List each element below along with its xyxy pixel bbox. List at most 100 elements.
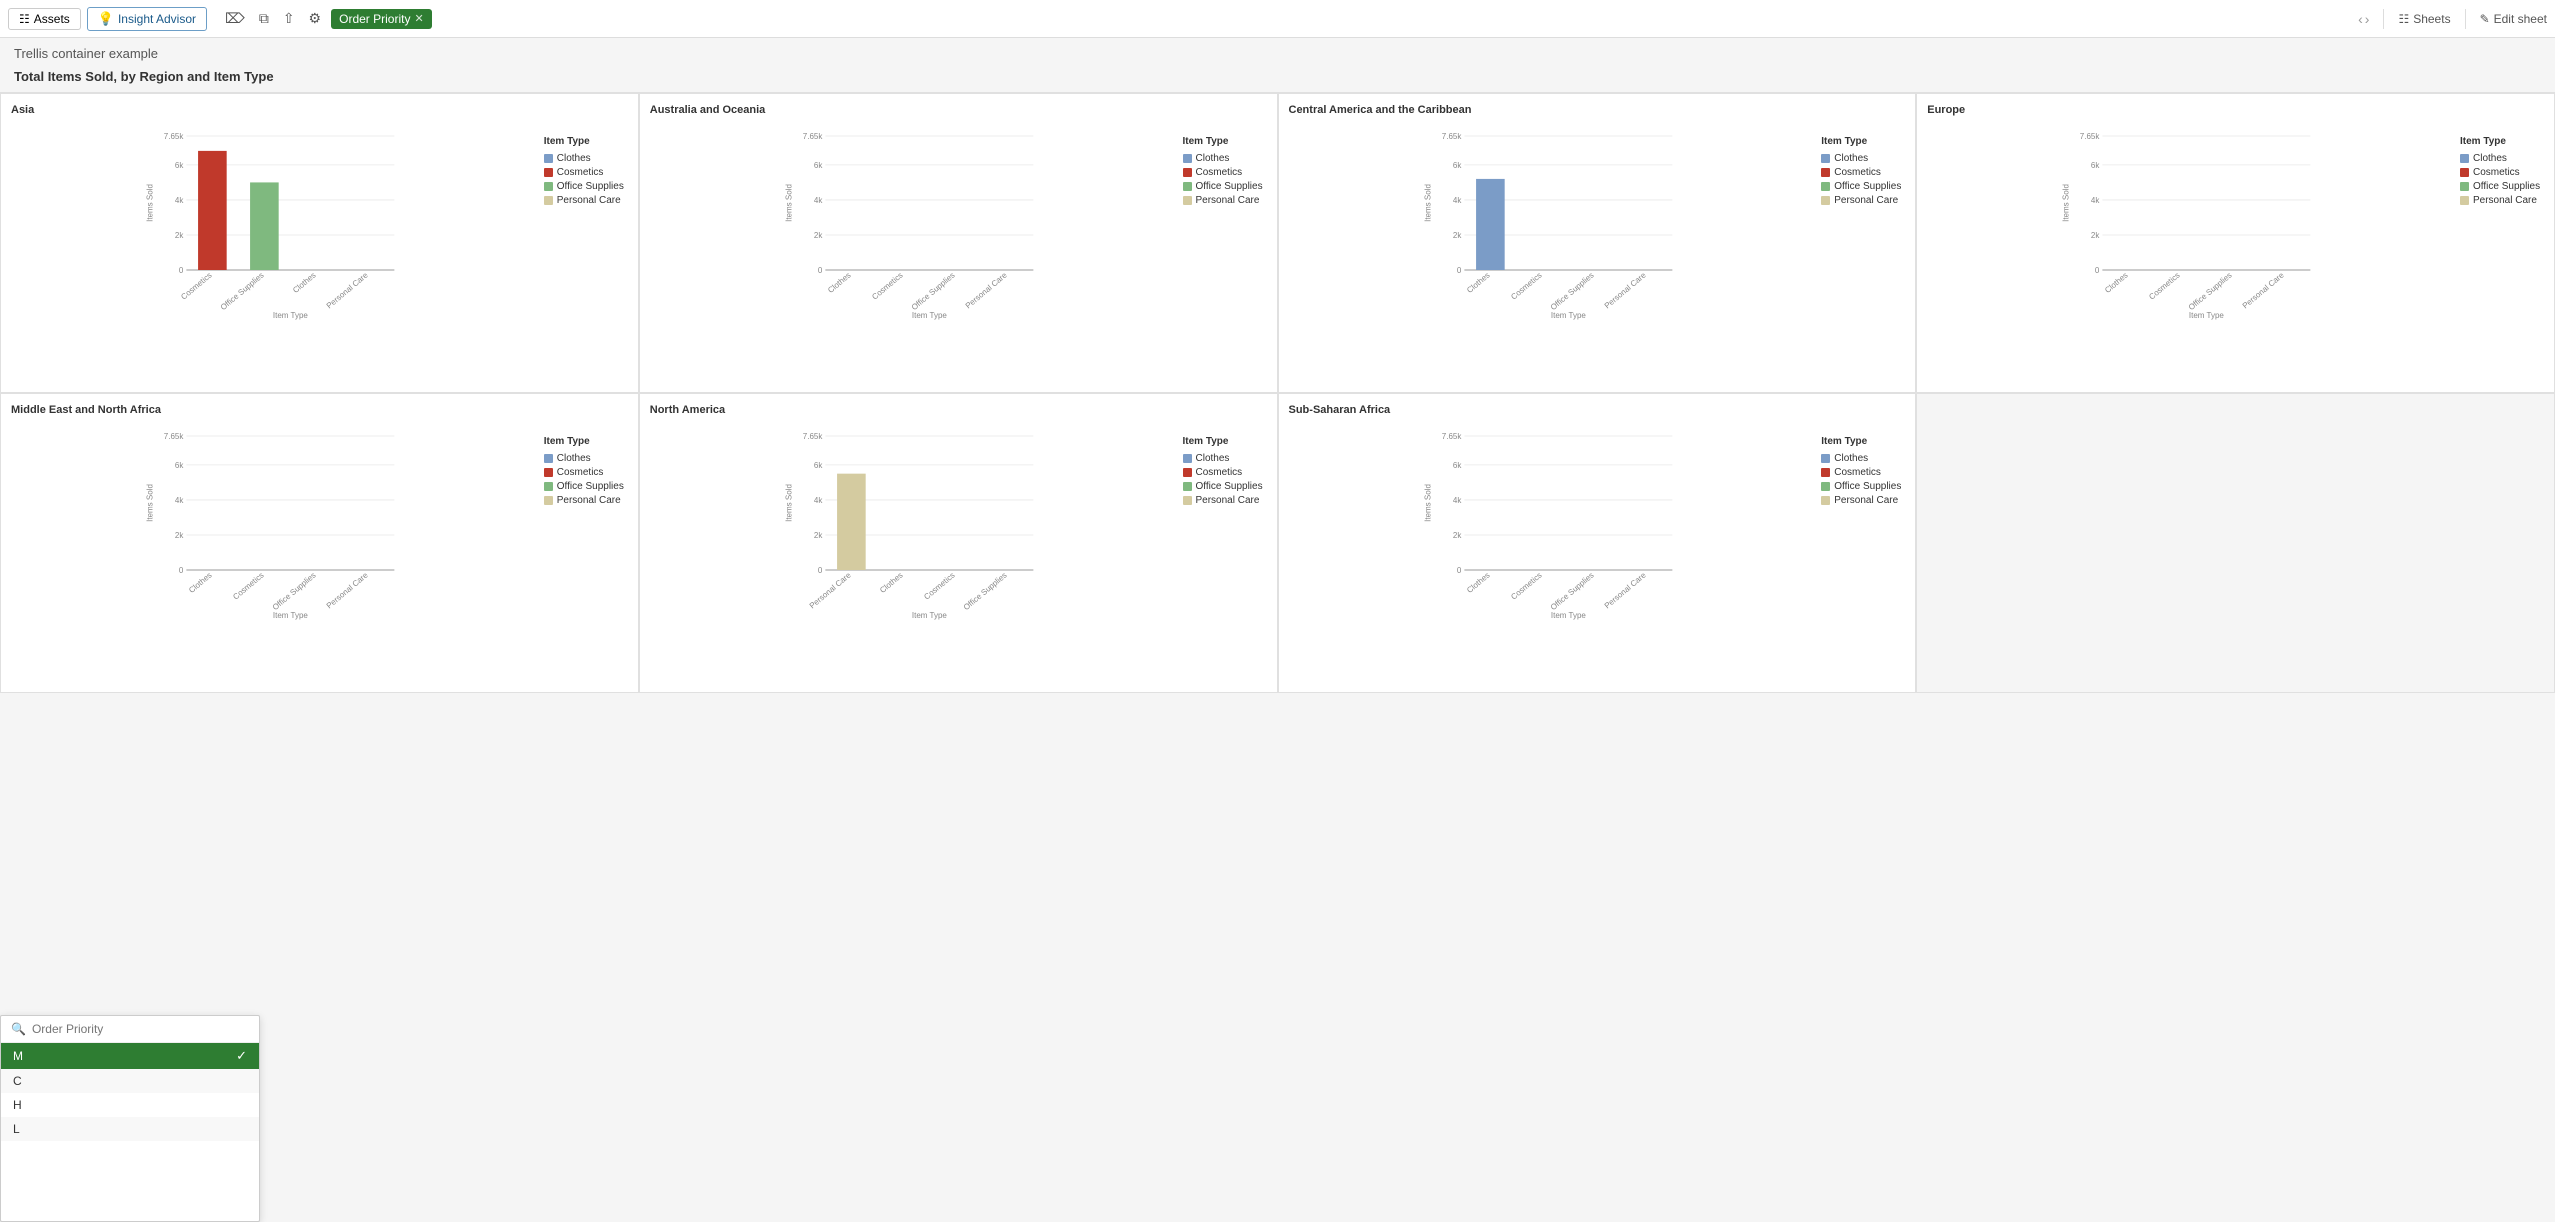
chart-cell-middle-east-and-north-africa: Middle East and North Africa02k4k6k7.65k… <box>0 393 639 693</box>
legend-color-dot <box>1183 482 1192 491</box>
legend-title: Item Type <box>1821 136 1905 147</box>
chart-cell-europe: Europe02k4k6k7.65kItems SoldClothesCosme… <box>1916 93 2555 393</box>
legend-item: Clothes <box>544 153 628 164</box>
dropdown-items: M✓CHL <box>1 1043 259 1141</box>
legend-item-label: Office Supplies <box>557 181 624 192</box>
svg-text:Clothes: Clothes <box>291 271 318 295</box>
edit-sheet-button[interactable]: ✎ Edit sheet <box>2480 12 2547 26</box>
legend-item: Office Supplies <box>1183 181 1267 192</box>
chart-legend: Item TypeClothesCosmeticsOffice Supplies… <box>1177 420 1267 620</box>
dropdown-item-m[interactable]: M✓ <box>1 1043 259 1069</box>
legend-color-dot <box>1821 154 1830 163</box>
legend-item: Clothes <box>1183 453 1267 464</box>
legend-item-label: Clothes <box>1196 453 1230 464</box>
legend-item-label: Clothes <box>557 153 591 164</box>
search-input[interactable] <box>32 1022 249 1036</box>
svg-text:6k: 6k <box>1452 161 1461 170</box>
svg-text:7.65k: 7.65k <box>164 132 185 141</box>
sheets-button[interactable]: ☷ Sheets <box>2398 12 2450 26</box>
legend-color-dot <box>2460 154 2469 163</box>
chart-title-bar: Total Items Sold, by Region and Item Typ… <box>0 65 2555 92</box>
svg-text:Personal Care: Personal Care <box>807 570 852 610</box>
legend-title: Item Type <box>544 136 628 147</box>
legend-item-label: Office Supplies <box>557 481 624 492</box>
legend-color-dot <box>544 468 553 477</box>
svg-text:Office Supplies: Office Supplies <box>219 271 266 312</box>
svg-text:7.65k: 7.65k <box>2080 132 2101 141</box>
dropdown-item-label: H <box>13 1098 22 1112</box>
legend-item-label: Personal Care <box>1196 495 1260 506</box>
svg-text:4k: 4k <box>175 196 184 205</box>
dropdown-item-c[interactable]: C <box>1 1069 259 1093</box>
nav-prev-button[interactable]: ‹ <box>2358 11 2363 27</box>
legend-item: Clothes <box>2460 153 2544 164</box>
chart-legend: Item Type Clothes Cosmetics Office Supplies… <box>538 120 628 320</box>
legend-item: Cosmetics <box>2460 167 2544 178</box>
svg-text:Cosmetics: Cosmetics <box>1509 271 1543 302</box>
svg-text:2k: 2k <box>814 531 823 540</box>
dropdown-search-bar: 🔍 <box>1 1016 259 1043</box>
nav-next-button[interactable]: › <box>2365 11 2370 27</box>
assets-button[interactable]: ☷ Assets <box>8 8 81 30</box>
chart-wrap: 02k4k6k7.65kItems SoldCosmeticsOffice Su… <box>11 120 628 320</box>
legend-color-dot <box>1821 482 1830 491</box>
legend-item: Office Supplies <box>1821 181 1905 192</box>
order-priority-tab[interactable]: Order Priority ✕ <box>331 9 432 29</box>
legend-item: Personal Care <box>1183 195 1267 206</box>
chart-legend: Item TypeClothesCosmeticsOffice Supplies… <box>1177 120 1267 320</box>
svg-text:Item Type: Item Type <box>912 311 948 320</box>
tab-close-icon[interactable]: ✕ <box>414 12 423 25</box>
svg-text:Office Supplies: Office Supplies <box>910 271 957 312</box>
legend-item-label: Cosmetics <box>557 167 604 178</box>
chart-svg: 02k4k6k7.65kItems SoldClothesCosmeticsOf… <box>650 120 1177 320</box>
topbar-right: ‹ › ☷ Sheets ✎ Edit sheet <box>2358 9 2547 29</box>
svg-text:0: 0 <box>2095 266 2100 275</box>
checkmark-icon: ✓ <box>236 1048 247 1064</box>
svg-text:Item Type: Item Type <box>1550 311 1586 320</box>
legend-color-dot <box>2460 168 2469 177</box>
svg-text:4k: 4k <box>2091 196 2100 205</box>
legend-item: Clothes <box>1183 153 1267 164</box>
toolbar-settings-icon[interactable]: ⚙ <box>305 8 326 29</box>
svg-text:Clothes: Clothes <box>2103 271 2130 295</box>
trellis-grid: Asia02k4k6k7.65kItems SoldCosmeticsOffic… <box>0 92 2555 693</box>
svg-text:Office Supplies: Office Supplies <box>962 571 1009 612</box>
legend-color-dot <box>544 496 553 505</box>
region-title: Australia and Oceania <box>650 104 1267 116</box>
insight-advisor-button[interactable]: 💡 Insight Advisor <box>87 7 207 31</box>
page-title: Trellis container example <box>14 46 158 61</box>
toolbar-expand-icon[interactable]: ⧉ <box>255 8 273 29</box>
chart-cell-empty <box>1916 393 2555 693</box>
svg-text:7.65k: 7.65k <box>1441 432 1462 441</box>
svg-text:0: 0 <box>179 566 184 575</box>
legend-item-label: Cosmetics <box>557 467 604 478</box>
legend-item-label: Cosmetics <box>1196 467 1243 478</box>
chart-wrap: 02k4k6k7.65kItems SoldClothesCosmeticsOf… <box>1289 420 1906 620</box>
legend-item: Clothes <box>1821 453 1905 464</box>
legend-color-dot <box>1183 496 1192 505</box>
svg-text:4k: 4k <box>814 196 823 205</box>
svg-text:6k: 6k <box>814 161 823 170</box>
dropdown-item-h[interactable]: H <box>1 1093 259 1117</box>
svg-text:Office Supplies: Office Supplies <box>1548 571 1595 612</box>
svg-text:Items Sold: Items Sold <box>1423 184 1432 222</box>
legend-item: Office Supplies <box>544 481 628 492</box>
legend-color-dot <box>544 454 553 463</box>
legend-title: Item Type <box>1183 436 1267 447</box>
svg-text:Items Sold: Items Sold <box>2062 184 2071 222</box>
legend-item: Cosmetics <box>1821 167 1905 178</box>
svg-text:2k: 2k <box>175 231 184 240</box>
assets-label: Assets <box>34 12 70 26</box>
svg-text:0: 0 <box>179 266 184 275</box>
legend-item: Cosmetics <box>544 167 628 178</box>
toolbar-share-icon[interactable]: ⇧ <box>279 8 299 29</box>
svg-text:7.65k: 7.65k <box>803 132 824 141</box>
legend-item: Office Supplies <box>1821 481 1905 492</box>
svg-text:Personal Care: Personal Care <box>2241 270 2286 310</box>
svg-text:Cosmetics: Cosmetics <box>179 271 213 302</box>
legend-item: Personal Care <box>1821 195 1905 206</box>
dropdown-item-l[interactable]: L <box>1 1117 259 1141</box>
svg-text:Item Type: Item Type <box>1550 611 1586 620</box>
legend-color-dot <box>2460 196 2469 205</box>
toolbar-grid-icon[interactable]: ⌦ <box>221 8 249 29</box>
